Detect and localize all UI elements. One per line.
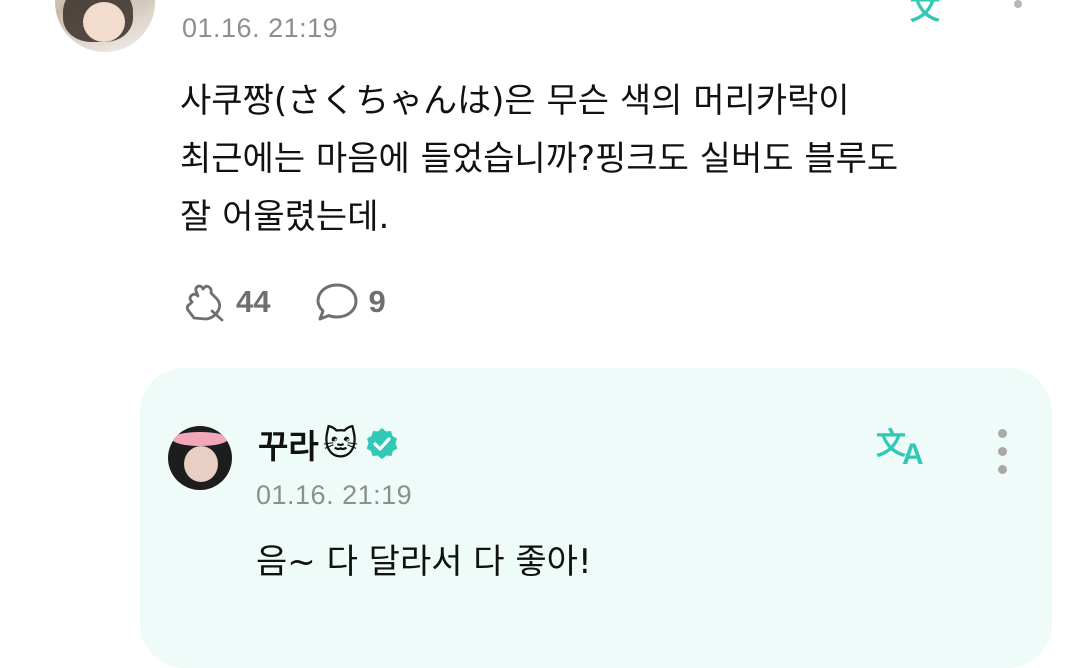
comment-icon — [316, 283, 358, 321]
reply-author-row: 꾸라 🐱 — [258, 424, 400, 466]
post-text-line: 사쿠짱(さくちゃんは)은 무슨 색의 머리카락이 — [180, 81, 850, 121]
more-vertical-icon[interactable] — [1014, 0, 1022, 8]
post-timestamp: 01.16. 21:19 — [182, 13, 339, 43]
comment-button[interactable]: 9 — [314, 280, 386, 324]
reply-body: 음~ 다 달라서 다 좋아! — [256, 542, 592, 582]
reply-author-name[interactable]: 꾸라 — [258, 420, 319, 468]
more-dot — [997, 447, 1007, 456]
reply-timestamp: 01.16. 21:19 — [256, 480, 413, 510]
more-dot — [997, 465, 1007, 474]
avatar-face-shape — [184, 446, 218, 482]
post-body: 사쿠짱(さくちゃんは)은 무슨 색의 머리카락이 최근에는 마음에 들었습니까?… — [180, 72, 1040, 246]
comment-count: 9 — [368, 284, 386, 319]
post-text-line: 최근에는 마음에 들었습니까?핑크도 실버도 블루도 — [180, 139, 899, 179]
like-count: 44 — [236, 284, 271, 319]
svg-text:A: A — [902, 438, 924, 468]
verified-badge-icon — [366, 428, 398, 459]
like-icon — [185, 284, 224, 322]
translate-icon[interactable]: 文 A — [874, 424, 934, 468]
reply-card[interactable]: 꾸라 🐱 01.16. 21:19 文 A 음~ 다 달라서 다 좋아! — [140, 368, 1052, 668]
cat-emoji: 🐱 — [322, 424, 359, 464]
like-button[interactable]: 44 — [182, 280, 270, 324]
more-vertical-icon[interactable] — [997, 429, 1007, 474]
post-actions: 44 9 — [182, 280, 386, 324]
post-text-line: 잘 어울렸는데. — [180, 197, 390, 237]
more-dot — [997, 429, 1007, 438]
reply-author-avatar[interactable] — [168, 426, 232, 490]
post-author-avatar[interactable] — [55, 0, 155, 52]
avatar-headband-shape — [172, 432, 228, 446]
translate-icon[interactable]: 文 — [910, 0, 940, 28]
avatar-face-shape — [83, 2, 125, 42]
